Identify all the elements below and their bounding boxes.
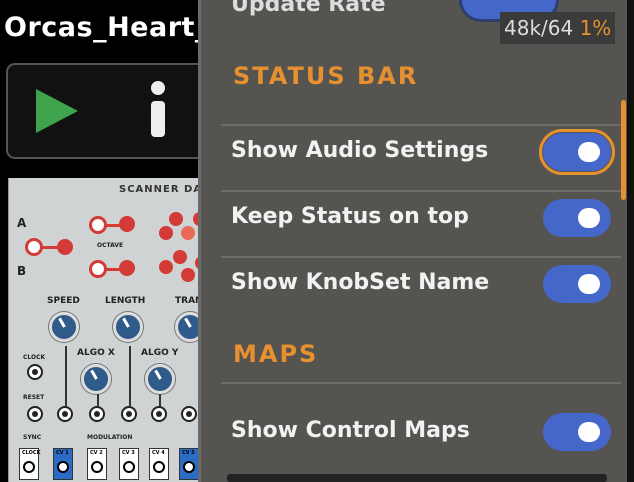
sample-rate-text: 48k/64	[504, 16, 574, 40]
algo-y-knob[interactable]	[145, 364, 175, 394]
settings-panel[interactable]: Update Rate STATUS BAR Show Audio Settin…	[198, 0, 627, 482]
reset-label: RESET	[23, 394, 45, 401]
cv-input-2[interactable]: CV 2	[87, 448, 107, 480]
divider	[221, 190, 621, 192]
keep-status-on-top-toggle[interactable]	[543, 199, 611, 237]
bottom-edge	[227, 474, 607, 482]
cv-input-clock[interactable]: CLOCK	[19, 448, 40, 480]
mod-jack-3[interactable]	[121, 406, 137, 422]
keep-status-on-top-label: Keep Status on top	[231, 204, 469, 229]
play-icon[interactable]	[36, 89, 78, 133]
speed-label: SPEED	[47, 296, 80, 306]
cpu-load-text: 1%	[579, 16, 612, 40]
cv-input-5[interactable]: CV 5	[179, 448, 199, 480]
info-icon[interactable]	[148, 81, 168, 141]
toggle-thumb	[578, 208, 600, 228]
algo-x-label: ALGO X	[77, 348, 115, 358]
mod-jack-4[interactable]	[151, 406, 167, 422]
cv-input-4[interactable]: CV 4	[149, 448, 169, 480]
divider	[221, 124, 621, 126]
mod-jack-1[interactable]	[57, 406, 73, 422]
reset-jack[interactable]	[27, 406, 43, 422]
section-title-maps: MAPS	[233, 340, 319, 368]
clock-label: CLOCK	[23, 354, 46, 361]
section-title-status-bar: STATUS BAR	[233, 62, 419, 90]
update-rate-label: Update Rate	[231, 0, 386, 17]
status-readout[interactable]: 48k/64 1%	[500, 12, 616, 44]
clock-jack[interactable]	[27, 364, 43, 380]
divider	[221, 256, 621, 258]
length-label: LENGTH	[105, 296, 146, 306]
algo-x-knob[interactable]	[81, 364, 111, 394]
show-control-maps-toggle[interactable]	[543, 413, 611, 451]
length-knob[interactable]	[113, 312, 143, 342]
modulation-label: MODULATION	[87, 434, 133, 441]
show-knobset-name-toggle[interactable]	[543, 265, 611, 303]
toggle-thumb	[578, 142, 600, 162]
input-b-label: B	[17, 264, 27, 278]
speed-knob[interactable]	[49, 312, 79, 342]
show-audio-settings-label: Show Audio Settings	[231, 138, 489, 163]
cv-input-1[interactable]: CV 1	[53, 448, 73, 480]
scanner-module[interactable]: SCANNER DARK A B OCTAVE SPEED LENGTH TRA…	[8, 178, 219, 482]
transport-panel	[6, 63, 206, 159]
toggle-thumb	[578, 422, 600, 442]
show-knobset-name-label: Show KnobSet Name	[231, 270, 490, 295]
show-control-maps-label: Show Control Maps	[231, 418, 470, 443]
toggle-thumb	[578, 274, 600, 294]
mod-jack-2[interactable]	[89, 406, 105, 422]
octave-label: OCTAVE	[97, 242, 124, 249]
patch-title[interactable]: Orcas_Heart_	[4, 12, 209, 43]
algo-y-label: ALGO Y	[141, 348, 179, 358]
show-audio-settings-toggle[interactable]	[539, 129, 615, 175]
scrollbar-thumb[interactable]	[621, 100, 626, 200]
cv-input-3[interactable]: CV 3	[119, 448, 139, 480]
sync-label: SYNC	[23, 434, 42, 441]
input-a-label: A	[17, 216, 27, 230]
mod-jack-5[interactable]	[181, 406, 197, 422]
divider	[221, 382, 621, 384]
